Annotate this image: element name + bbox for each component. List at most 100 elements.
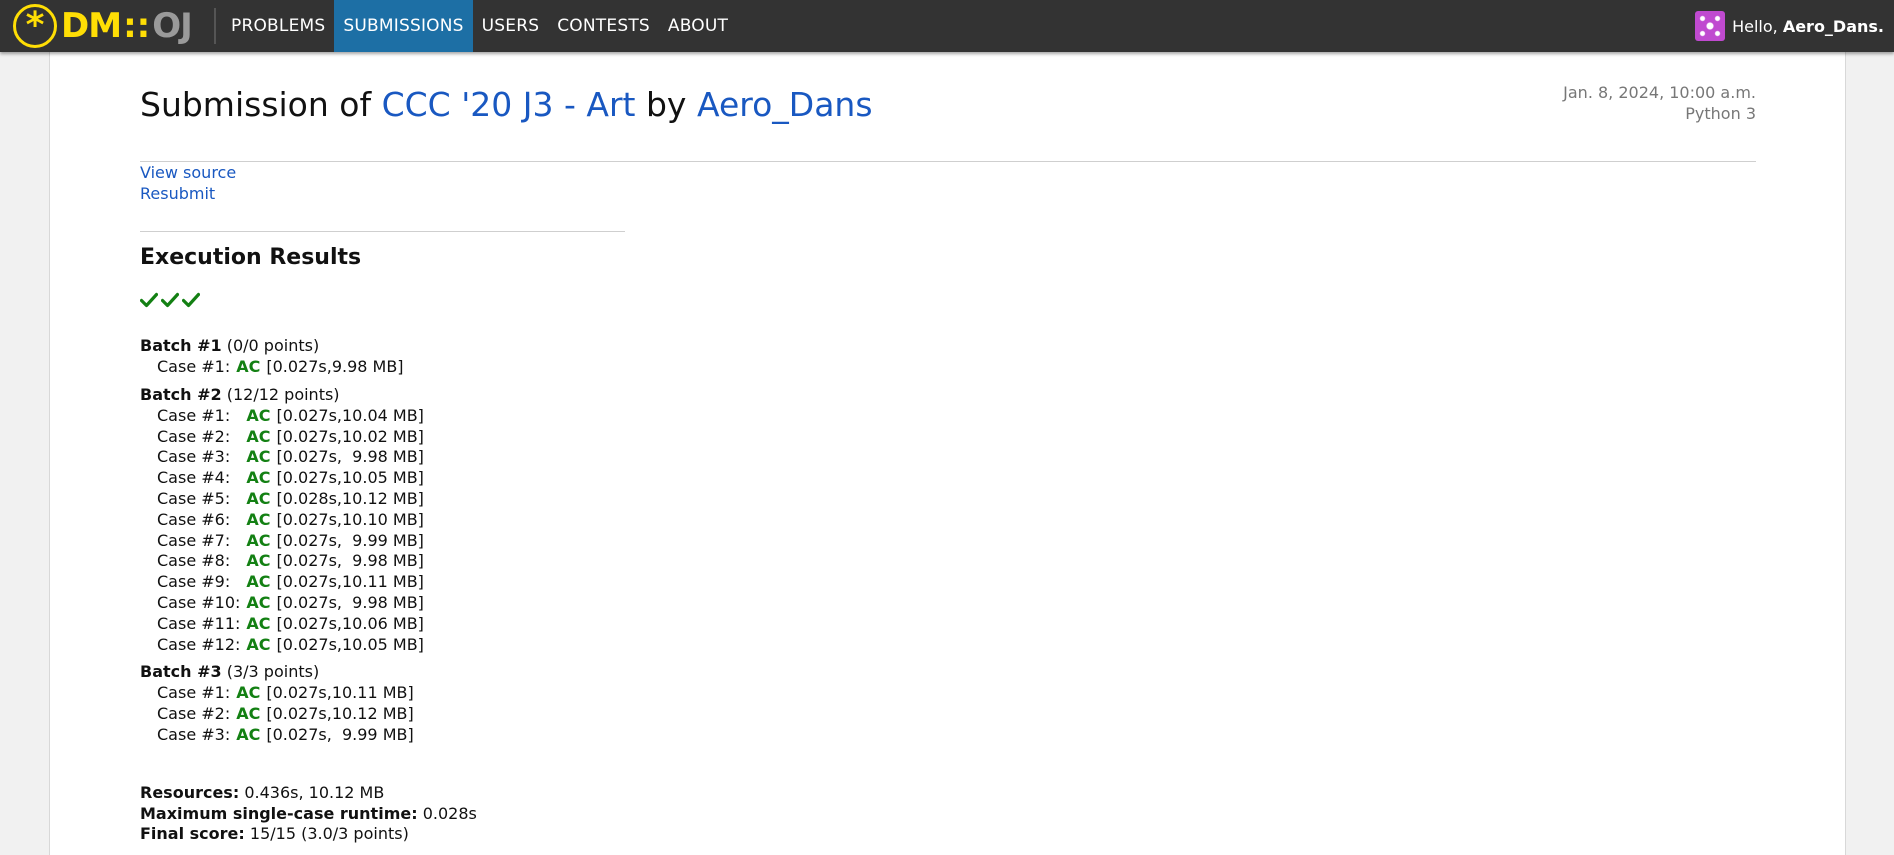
case-detail: [0.027s,10.02 MB]: [276, 426, 424, 446]
case-status: AC: [246, 613, 271, 633]
submission-date: Jan. 8, 2024, 10:00 a.m.: [1563, 83, 1756, 102]
case-name: Case #1:: [157, 357, 231, 376]
main-content: Submission of CCC '20 J3 - Art by Aero_D…: [49, 52, 1846, 855]
nav-divider: [214, 8, 216, 44]
case-detail: [0.028s,10.12 MB]: [276, 488, 424, 508]
case-name: Case #9:: [157, 572, 231, 592]
navbar: * DM :: OJ PROBLEMS SUBMISSIONS USERS CONTE…: [0, 0, 1894, 52]
page-title: Submission of CCC '20 J3 - Art by Aero_D…: [140, 85, 873, 124]
submission-summary: Resources: 0.436s, 10.12 MB Maximum sing…: [140, 783, 477, 845]
execution-results: Batch #1 (0/0 points) Case #1: AC [0.027s,9…: [140, 335, 424, 752]
case-name: Case #2:: [157, 704, 231, 724]
case-status: AC: [246, 488, 271, 508]
title-row: Submission of CCC '20 J3 - Art by Aero_D…: [140, 82, 1756, 162]
case-detail: [0.027s,10.05 MB]: [276, 634, 424, 654]
case-status: AC: [246, 530, 271, 550]
execution-results-heading: Execution Results: [140, 245, 362, 270]
max-runtime-label: Maximum single-case runtime:: [140, 803, 418, 823]
case-row: Case #12: AC [0.027s,10.05 MB]: [157, 635, 424, 656]
resubmit-link[interactable]: Resubmit: [140, 183, 236, 204]
case-table: Case #1: AC [0.027s,10.11 MB] Case #2: AC [0.…: [157, 683, 414, 745]
case-name: Case #1:: [157, 405, 231, 425]
case-detail: [0.027s,9.98 MB]: [266, 357, 404, 376]
case-row: Case #6: AC [0.027s,10.10 MB]: [157, 510, 424, 531]
case-detail: [0.027s,10.04 MB]: [276, 405, 424, 425]
final-score-label: Final score:: [140, 824, 245, 843]
resources-value: 0.436s, 10.12 MB: [244, 783, 385, 802]
case-detail: [0.027s,10.11 MB]: [266, 683, 414, 703]
case-name: Case #10:: [157, 592, 241, 612]
case-name: Case #8:: [157, 551, 231, 571]
user-link[interactable]: Aero_Dans: [697, 85, 873, 124]
final-score-value: 15/15 (3.0/3 points): [249, 824, 409, 843]
batch-points: (3/3 points): [226, 662, 320, 682]
nav-item-about[interactable]: ABOUT: [659, 0, 737, 52]
final-score-row: Final score: 15/15 (3.0/3 points): [140, 824, 477, 845]
case-row: Case #11: AC [0.027s,10.06 MB]: [157, 614, 424, 635]
section-divider: [140, 231, 625, 232]
submission-actions: View source Resubmit: [140, 162, 236, 204]
batch-header: Batch #2 (12/12 points): [140, 384, 424, 406]
case-name: Case #5:: [157, 488, 231, 508]
case-detail: [0.027s,10.12 MB]: [266, 704, 414, 724]
resources-label: Resources:: [140, 783, 240, 802]
case-detail: [0.027s, 9.98 MB]: [276, 551, 424, 571]
case-row: Case #5: AC [0.028s,10.12 MB]: [157, 489, 424, 510]
logo-asterisk-icon: *: [13, 4, 57, 48]
nav-item-problems[interactable]: PROBLEMS: [222, 0, 334, 52]
batch-name: Batch #2: [140, 384, 222, 404]
case-name: Case #7:: [157, 530, 231, 550]
case-status: AC: [246, 426, 271, 446]
check-icon: [140, 292, 158, 308]
case-table: Case #1: AC [0.027s,9.98 MB]: [157, 357, 404, 378]
submission-language: Python 3: [1685, 104, 1756, 123]
view-source-link[interactable]: View source: [140, 162, 236, 183]
case-detail: [0.027s, 9.99 MB]: [276, 530, 424, 550]
case-name: Case #11:: [157, 613, 241, 633]
case-status: AC: [246, 551, 271, 571]
check-icon: [182, 292, 200, 308]
case-status: AC: [246, 572, 271, 592]
batch-2: Batch #2 (12/12 points) Case #1: AC [0.027s…: [140, 384, 424, 656]
case-status: AC: [236, 683, 261, 703]
site-logo[interactable]: * DM :: OJ: [13, 4, 193, 48]
user-menu[interactable]: Hello, Aero_Dans.: [1695, 0, 1884, 52]
case-detail: [0.027s, 9.99 MB]: [266, 724, 414, 744]
batch-name: Batch #3: [140, 662, 222, 682]
username-text[interactable]: Aero_Dans: [1783, 17, 1878, 36]
user-avatar-icon[interactable]: [1695, 11, 1726, 41]
case-detail: [0.027s,10.06 MB]: [276, 613, 424, 633]
nav-item-submissions[interactable]: SUBMISSIONS: [334, 0, 473, 52]
title-by: by: [645, 85, 687, 124]
nav-item-contests[interactable]: CONTESTS: [548, 0, 659, 52]
batch-points: (0/0 points): [226, 336, 320, 355]
problem-link[interactable]: CCC '20 J3 - Art: [382, 85, 636, 124]
case-status: AC: [246, 634, 271, 654]
case-row: Case #10: AC [0.027s, 9.98 MB]: [157, 593, 424, 614]
logo-text-colons: ::: [123, 6, 151, 46]
resources-row: Resources: 0.436s, 10.12 MB: [140, 783, 477, 804]
case-name: Case #6:: [157, 509, 231, 529]
case-row: Case #7: AC [0.027s, 9.99 MB]: [157, 531, 424, 552]
case-detail: [0.027s,10.10 MB]: [276, 509, 424, 529]
case-detail: [0.027s, 9.98 MB]: [276, 592, 424, 612]
nav-item-users[interactable]: USERS: [473, 0, 549, 52]
case-row: Case #2: AC [0.027s,10.02 MB]: [157, 427, 424, 448]
username-suffix: .: [1877, 16, 1884, 36]
logo-text-dm: DM: [61, 6, 122, 46]
case-name: Case #12:: [157, 634, 241, 654]
case-detail: [0.027s, 9.98 MB]: [276, 447, 424, 467]
case-status: AC: [246, 405, 271, 425]
case-name: Case #3:: [157, 724, 231, 744]
case-status: AC: [236, 704, 261, 724]
case-detail: [0.027s,10.11 MB]: [276, 572, 424, 592]
case-status: AC: [246, 468, 271, 488]
batch-header: Batch #1 (0/0 points): [140, 335, 424, 357]
case-row: Case #3: AC [0.027s, 9.99 MB]: [157, 725, 414, 746]
case-row: Case #2: AC [0.027s,10.12 MB]: [157, 704, 414, 725]
max-runtime-value: 0.028s: [422, 803, 477, 823]
case-row: Case #9: AC [0.027s,10.11 MB]: [157, 572, 424, 593]
case-status: AC: [246, 592, 271, 612]
submission-meta: Jan. 8, 2024, 10:00 a.m. Python 3: [1563, 82, 1756, 124]
batch-header: Batch #3 (3/3 points): [140, 661, 424, 683]
